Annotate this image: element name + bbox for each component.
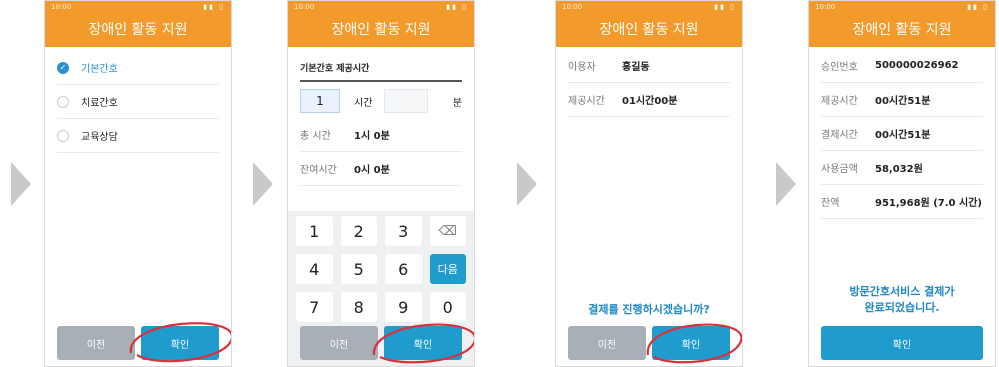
battery-icon: ▮▮ ▯ <box>714 3 736 11</box>
completion-line-2: 완료되었습니다. <box>864 301 940 314</box>
balance-label: 잔액 <box>821 198 840 209</box>
minute-input[interactable] <box>384 89 429 113</box>
battery-icon: ▮▮ ▯ <box>967 3 989 11</box>
status-bar: 10:00 ▮▮ ▯ <box>288 1 474 15</box>
radio-icon[interactable] <box>57 129 69 142</box>
radio-icon[interactable] <box>57 95 69 108</box>
option-label: 치료간호 <box>81 98 118 109</box>
key-9[interactable]: 9 <box>385 292 422 322</box>
provided-time-value: 01시간00분 <box>622 96 678 107</box>
hour-unit-label: 시간 <box>354 97 373 109</box>
provided-time-label: 제공시간 <box>821 96 858 107</box>
option-treatment-care[interactable]: 치료간호 <box>57 85 219 119</box>
option-education-counsel[interactable]: 교육상담 <box>57 119 219 153</box>
screen-confirm-payment: 10:00 ▮▮ ▯ 장애인 활동 지원 이용자 홍길동 제공시간 01시간00… <box>555 0 743 367</box>
confirm-button[interactable]: 확인 <box>652 326 730 360</box>
status-bar: 10:00 ▮▮ ▯ <box>809 1 995 15</box>
prev-button[interactable]: 이전 <box>568 326 646 360</box>
screen-select-service: 10:00 ▮▮ ▯ 장애인 활동 지원 ✓ 기본간호 치료간호 교육상담 이전… <box>44 0 232 367</box>
screen-payment-complete: 10:00 ▮▮ ▯ 장애인 활동 지원 승인번호 500000026962 제… <box>808 0 996 367</box>
key-0[interactable]: 0 <box>429 292 466 322</box>
user-label: 이용자 <box>568 62 596 73</box>
status-bar: 10:00 ▮▮ ▯ <box>556 1 742 15</box>
app-title: 장애인 활동 지원 <box>288 15 474 47</box>
confirm-button[interactable]: 확인 <box>384 326 462 360</box>
backspace-icon[interactable]: ⌫ <box>429 216 466 246</box>
status-bar: 10:00 ▮▮ ▯ <box>45 1 231 15</box>
completion-message: 방문간호서비스 결제가 완료되었습니다. <box>809 284 995 316</box>
amount-used-value: 58,032원 <box>875 164 923 175</box>
prev-button[interactable]: 이전 <box>57 326 135 360</box>
battery-icon: ▮▮ ▯ <box>203 3 225 11</box>
completion-line-1: 방문간호서비스 결제가 <box>849 285 955 298</box>
key-7[interactable]: 7 <box>296 292 333 322</box>
user-value: 홍길동 <box>622 62 650 73</box>
step-arrow-icon <box>253 162 273 206</box>
option-label: 교육상담 <box>81 132 118 143</box>
total-time-label: 총 시간 <box>300 131 331 142</box>
confirm-button[interactable]: 확인 <box>821 326 983 360</box>
balance-value: 951,968원 (7.0 시간) <box>875 198 982 209</box>
provided-time-value: 00시간51분 <box>875 96 931 107</box>
key-next[interactable]: 다음 <box>429 254 466 284</box>
status-time: 10:00 <box>562 3 583 11</box>
remaining-time-label: 잔여시간 <box>300 165 337 176</box>
key-8[interactable]: 8 <box>340 292 377 322</box>
payment-time-value: 00시간51분 <box>875 130 931 141</box>
key-5[interactable]: 5 <box>340 254 377 284</box>
total-time-value: 1시 0분 <box>354 131 390 142</box>
prev-button[interactable]: 이전 <box>300 326 378 360</box>
confirm-button[interactable]: 확인 <box>141 326 219 360</box>
app-title: 장애인 활동 지원 <box>809 15 995 47</box>
status-time: 10:00 <box>51 3 72 11</box>
step-arrow-icon <box>11 162 31 206</box>
approval-number-value: 500000026962 <box>875 60 959 71</box>
radio-checked-icon[interactable]: ✓ <box>57 61 69 74</box>
key-2[interactable]: 2 <box>340 216 377 246</box>
payment-time-label: 결제시간 <box>821 130 858 141</box>
step-arrow-icon <box>517 162 537 206</box>
payment-prompt: 결제를 진행하시겠습니까? <box>588 303 710 316</box>
remaining-time-value: 0시 0분 <box>354 165 390 176</box>
hour-input[interactable]: 1 <box>300 89 340 113</box>
section-title: 기본간호 제공시간 <box>300 61 462 82</box>
app-title: 장애인 활동 지원 <box>556 15 742 47</box>
key-1[interactable]: 1 <box>296 216 333 246</box>
key-4[interactable]: 4 <box>296 254 333 284</box>
minute-unit-label: 분 <box>452 97 462 109</box>
battery-icon: ▮▮ ▯ <box>446 3 468 11</box>
key-6[interactable]: 6 <box>385 254 422 284</box>
status-time: 10:00 <box>294 3 315 11</box>
amount-used-label: 사용금액 <box>821 164 858 175</box>
status-time: 10:00 <box>815 3 836 11</box>
approval-number-label: 승인번호 <box>821 62 858 73</box>
option-label: 기본간호 <box>81 64 118 75</box>
provided-time-label: 제공시간 <box>568 96 605 107</box>
app-title: 장애인 활동 지원 <box>45 15 231 47</box>
step-arrow-icon <box>776 162 796 206</box>
option-basic-care[interactable]: ✓ 기본간호 <box>57 51 219 85</box>
screen-enter-time: 10:00 ▮▮ ▯ 장애인 활동 지원 기본간호 제공시간 1 시간 분 총 … <box>287 0 475 367</box>
key-3[interactable]: 3 <box>385 216 422 246</box>
